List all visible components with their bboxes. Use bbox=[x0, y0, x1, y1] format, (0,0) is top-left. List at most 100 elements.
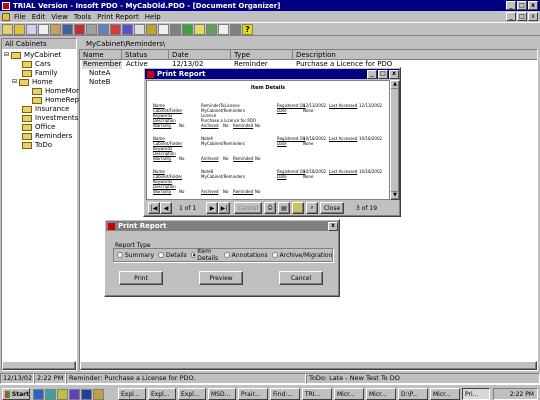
radio-details[interactable]: Details bbox=[158, 252, 187, 259]
dialog-preview-button[interactable]: Preview bbox=[199, 271, 243, 285]
toolbar: ? bbox=[0, 22, 540, 36]
task-dp[interactable]: D:\P... bbox=[398, 388, 428, 400]
first-page-button[interactable]: |◀ bbox=[148, 202, 160, 214]
preview-cancel-button[interactable]: Cancel bbox=[234, 202, 262, 214]
archive-icon[interactable] bbox=[134, 23, 145, 35]
save-icon[interactable] bbox=[62, 23, 73, 35]
channels-icon[interactable] bbox=[69, 389, 80, 400]
dialog-close-button[interactable]: x bbox=[328, 221, 338, 231]
word-icon[interactable] bbox=[81, 389, 92, 400]
menu-file[interactable]: File bbox=[14, 13, 26, 21]
col-description[interactable]: Description bbox=[293, 50, 537, 60]
task-micr-1[interactable]: Micr... bbox=[334, 388, 364, 400]
paste-icon[interactable] bbox=[50, 23, 61, 35]
export-icon[interactable] bbox=[206, 23, 217, 35]
task-print-report[interactable]: Pri... bbox=[462, 388, 490, 400]
menu-help[interactable]: Help bbox=[145, 13, 161, 21]
help-icon[interactable]: ? bbox=[242, 23, 253, 35]
preview-minimize-button[interactable]: _ bbox=[367, 69, 377, 79]
zoom-icon[interactable]: ⌕ bbox=[306, 202, 318, 214]
reminder-icon[interactable] bbox=[146, 23, 157, 35]
properties-icon[interactable] bbox=[98, 23, 109, 35]
col-type[interactable]: Type bbox=[231, 50, 293, 60]
notes-icon[interactable] bbox=[218, 23, 229, 35]
task-trial[interactable]: TRI... bbox=[302, 388, 332, 400]
tree-hscrollbar[interactable] bbox=[2, 361, 76, 370]
radio-archive-migration[interactable]: Archive/Migration bbox=[271, 252, 332, 259]
task-prair[interactable]: Prair... bbox=[238, 388, 268, 400]
task-msd[interactable]: MSD... bbox=[208, 388, 236, 400]
status-time: 2:22 PM bbox=[34, 373, 66, 384]
preview-field-last: Last Accessed bbox=[329, 103, 358, 108]
start-button[interactable]: Start bbox=[2, 388, 30, 400]
outlook-icon[interactable] bbox=[57, 389, 68, 400]
menu-edit[interactable]: Edit bbox=[32, 13, 46, 21]
preview-vscrollbar[interactable]: ▲ ▼ bbox=[390, 80, 400, 200]
scan-icon[interactable] bbox=[122, 23, 133, 35]
menu-print-report[interactable]: Print Report bbox=[97, 13, 139, 21]
scroll-up-arrow-icon[interactable]: ▲ bbox=[391, 81, 399, 89]
task-find[interactable]: Find:... bbox=[270, 388, 300, 400]
next-page-button[interactable]: ▶ bbox=[206, 202, 218, 214]
tree-header: All Cabinets bbox=[2, 39, 76, 49]
cut-icon[interactable] bbox=[26, 23, 37, 35]
child-minimize-button[interactable]: _ bbox=[506, 12, 516, 21]
preview-close-button[interactable]: x bbox=[389, 69, 399, 79]
chart-icon[interactable] bbox=[230, 23, 241, 35]
report-icon[interactable] bbox=[182, 23, 193, 35]
settings-icon[interactable] bbox=[194, 23, 205, 35]
dialog-cancel-button[interactable]: Cancel bbox=[279, 271, 323, 285]
close-button[interactable]: x bbox=[528, 1, 538, 10]
list-hscrollbar[interactable] bbox=[80, 361, 537, 370]
preview-item-block: Name NoteA Registered On 10/18/2002 Last Acc… bbox=[153, 136, 385, 166]
delete-icon[interactable] bbox=[74, 23, 85, 35]
child-restore-button[interactable]: □ bbox=[517, 12, 527, 21]
child-close-button[interactable]: x bbox=[528, 12, 538, 21]
menu-view[interactable]: View bbox=[51, 13, 68, 21]
explorer-icon[interactable] bbox=[93, 389, 104, 400]
task-micr-2[interactable]: Micr... bbox=[366, 388, 396, 400]
preview-field-date-v: None bbox=[303, 141, 314, 146]
col-date[interactable]: Date bbox=[169, 50, 231, 60]
tree-folder-todo[interactable]: ToDo bbox=[22, 140, 52, 150]
col-status[interactable]: Status bbox=[122, 50, 169, 60]
task-explorer-2[interactable]: Expl... bbox=[148, 388, 176, 400]
new-cabinet-icon[interactable] bbox=[2, 23, 13, 35]
menu-tools[interactable]: Tools bbox=[74, 13, 91, 21]
last-page-button[interactable]: ▶| bbox=[218, 202, 230, 214]
col-name[interactable]: Name bbox=[80, 50, 122, 60]
preview-field-last-v: 10/18/2002 bbox=[359, 136, 383, 141]
sort-icon[interactable] bbox=[110, 23, 121, 35]
open-folder-icon[interactable] bbox=[14, 23, 25, 35]
radio-annotations[interactable]: Annotations bbox=[223, 252, 268, 259]
desktop-icon[interactable] bbox=[45, 389, 56, 400]
dialog-print-button[interactable]: Print bbox=[119, 271, 163, 285]
print-icon[interactable] bbox=[170, 23, 181, 35]
maximize-button[interactable]: □ bbox=[517, 1, 527, 10]
radio-summary[interactable]: Summary bbox=[117, 252, 154, 259]
minimize-button[interactable]: _ bbox=[506, 1, 516, 10]
find-icon[interactable] bbox=[86, 23, 97, 35]
preview-close-text-button[interactable]: Close bbox=[320, 202, 344, 214]
dialog-title-bar: Print Report x bbox=[106, 221, 338, 231]
preview-field-war-v: No bbox=[179, 123, 185, 128]
copy-icon[interactable] bbox=[38, 23, 49, 35]
preview-title: Print Report bbox=[157, 70, 206, 78]
task-explorer-3[interactable]: Expl... bbox=[178, 388, 206, 400]
print-icon[interactable]: ▤ bbox=[278, 202, 290, 214]
radio-item-details[interactable]: Item Details bbox=[190, 248, 220, 262]
status-bar: 12/13/02 2:22 PM Reminder: Purchase a Li… bbox=[0, 373, 540, 384]
tray-clock: 2:22 PM bbox=[509, 390, 534, 398]
preview-maximize-button[interactable]: □ bbox=[378, 69, 388, 79]
task-micr-3[interactable]: Micr... bbox=[430, 388, 460, 400]
export-icon[interactable] bbox=[292, 202, 304, 214]
scroll-down-arrow-icon[interactable]: ▼ bbox=[391, 191, 399, 199]
task-explorer-1[interactable]: Expl... bbox=[118, 388, 146, 400]
status-date: 12/13/02 bbox=[0, 373, 34, 384]
print-setup-icon[interactable]: ⎙ bbox=[264, 202, 276, 214]
preview-field-war: Warranty bbox=[153, 156, 172, 161]
ie-icon[interactable] bbox=[33, 389, 44, 400]
calendar-icon[interactable] bbox=[158, 23, 169, 35]
prev-page-button[interactable]: ◀ bbox=[160, 202, 172, 214]
path-label: MyCabinet\Reminders\ bbox=[86, 40, 166, 48]
